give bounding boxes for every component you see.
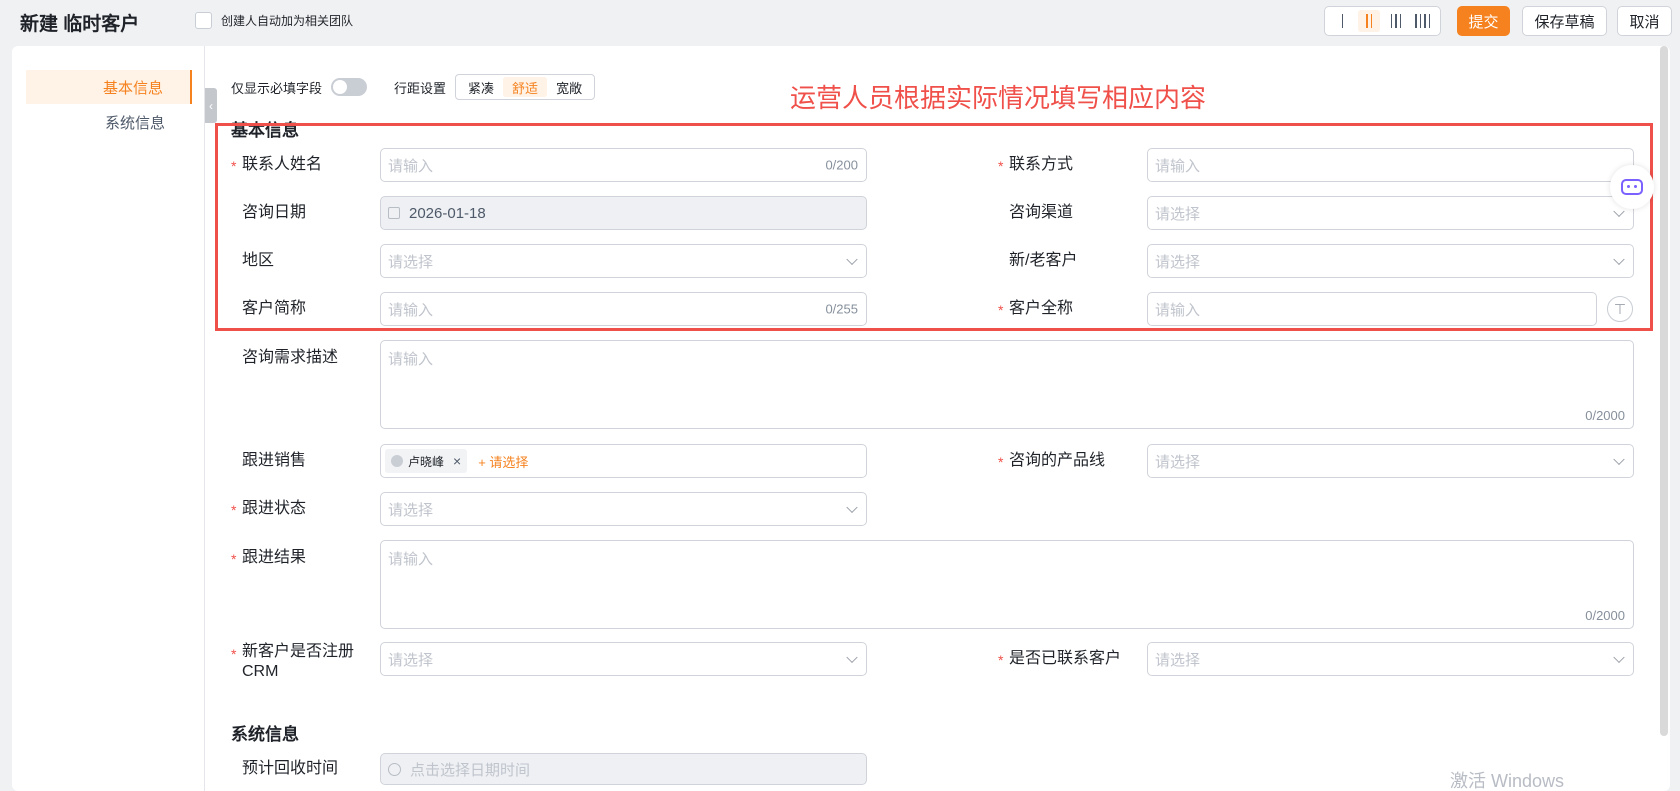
- auto-team-option[interactable]: 创建人自动加为相关团队: [195, 12, 353, 29]
- consult-desc-label: 咨询需求描述: [242, 349, 339, 366]
- required-mark: *: [231, 551, 237, 567]
- crm-registered-label: 新客户是否注册 CRM: [242, 642, 354, 682]
- crm-registered-label-line1: 新客户是否注册: [242, 643, 355, 660]
- sales-tag: 卢晓峰 ×: [385, 449, 468, 473]
- avatar: [391, 455, 403, 467]
- windows-watermark: 激活 Windows: [1450, 771, 1565, 791]
- chevron-down-icon: [846, 651, 858, 664]
- four-column-icon[interactable]: [1412, 10, 1434, 32]
- chevron-left-icon: ‹: [209, 98, 213, 113]
- recovery-time-field: 点击选择日期时间: [380, 753, 867, 785]
- follow-status-placeholder: 请选择: [388, 501, 434, 519]
- spacing-label: 行距设置: [394, 80, 447, 96]
- chevron-down-icon: [1613, 453, 1625, 466]
- two-column-icon[interactable]: [1358, 10, 1381, 32]
- spacing-comfortable[interactable]: 舒适: [503, 77, 548, 97]
- product-line-placeholder: 请选择: [1155, 453, 1201, 471]
- consult-desc-textarea[interactable]: 请输入 0/2000: [380, 340, 1634, 429]
- sidebar-item-system-info[interactable]: 系统信息: [26, 105, 192, 139]
- crm-registered-select[interactable]: 请选择: [380, 642, 867, 676]
- product-line-select[interactable]: 请选择: [1147, 444, 1634, 478]
- section-nav: [12, 46, 205, 791]
- chevron-down-icon: [846, 501, 858, 514]
- required-mark: *: [998, 652, 1004, 668]
- top-header: 新建 临时客户 创建人自动加为相关团队 提交 保存草稿 取消: [0, 0, 1680, 44]
- consult-desc-placeholder: 请输入: [388, 351, 434, 368]
- sidebar-item-basic-info[interactable]: 基本信息: [26, 70, 192, 104]
- three-column-icon[interactable]: [1385, 10, 1407, 32]
- vertical-scrollbar[interactable]: [1660, 46, 1668, 736]
- recovery-time-label: 预计回收时间: [242, 760, 339, 777]
- spacing-options: 紧凑 舒适 宽敞: [455, 74, 596, 100]
- page-title: 新建 临时客户: [20, 14, 140, 35]
- spacing-loose[interactable]: 宽敞: [547, 77, 591, 97]
- sales-tag-name: 卢晓峰: [408, 454, 445, 469]
- follow-result-textarea[interactable]: 请输入 0/2000: [380, 540, 1634, 629]
- recovery-time-placeholder: 点击选择日期时间: [410, 761, 531, 779]
- assistant-float-button[interactable]: [1610, 165, 1654, 209]
- cancel-button[interactable]: 取消: [1617, 6, 1672, 36]
- product-line-label: 咨询的产品线: [1009, 452, 1106, 469]
- required-only-label: 仅显示必填字段: [231, 80, 323, 96]
- column-layout-switcher: [1324, 6, 1441, 36]
- required-mark: *: [231, 502, 237, 518]
- add-sales-link[interactable]: + 请选择: [478, 452, 528, 471]
- clock-icon: [388, 762, 401, 776]
- crm-registered-placeholder: 请选择: [388, 651, 434, 669]
- highlight-box: [215, 123, 1653, 331]
- robot-icon: [1621, 179, 1643, 195]
- char-counter: 0/2000: [1585, 408, 1625, 423]
- required-mark: *: [998, 454, 1004, 470]
- crm-registered-label-line2: CRM: [242, 663, 279, 680]
- sales-follow-label: 跟进销售: [242, 452, 307, 469]
- follow-result-placeholder: 请输入: [388, 551, 434, 568]
- required-only-toggle[interactable]: [331, 78, 368, 96]
- close-icon[interactable]: ×: [453, 453, 461, 469]
- collapse-sidebar-handle[interactable]: ‹: [205, 88, 217, 123]
- auto-team-checkbox[interactable]: [195, 12, 212, 29]
- annotation-text: 运营人员根据实际情况填写相应内容: [790, 83, 1207, 113]
- contacted-placeholder: 请选择: [1155, 651, 1201, 669]
- follow-status-label: 跟进状态: [242, 500, 307, 517]
- required-mark: *: [231, 646, 237, 662]
- save-draft-button[interactable]: 保存草稿: [1522, 6, 1607, 36]
- auto-team-label: 创建人自动加为相关团队: [221, 14, 354, 28]
- form-toolbar: 仅显示必填字段 行距设置 紧凑 舒适 宽敞: [231, 74, 596, 100]
- spacing-compact[interactable]: 紧凑: [459, 77, 503, 97]
- system-info-title: 系统信息: [231, 725, 299, 744]
- follow-result-label: 跟进结果: [242, 549, 307, 566]
- chevron-down-icon: [1613, 651, 1625, 664]
- char-counter: 0/2000: [1585, 608, 1625, 623]
- submit-button[interactable]: 提交: [1457, 6, 1510, 36]
- follow-status-select[interactable]: 请选择: [380, 492, 867, 526]
- one-column-icon[interactable]: [1331, 10, 1353, 32]
- contacted-select[interactable]: 请选择: [1147, 642, 1634, 676]
- sales-follow-picker[interactable]: 卢晓峰 × + 请选择: [380, 444, 867, 478]
- contacted-label: 是否已联系客户: [1009, 650, 1122, 667]
